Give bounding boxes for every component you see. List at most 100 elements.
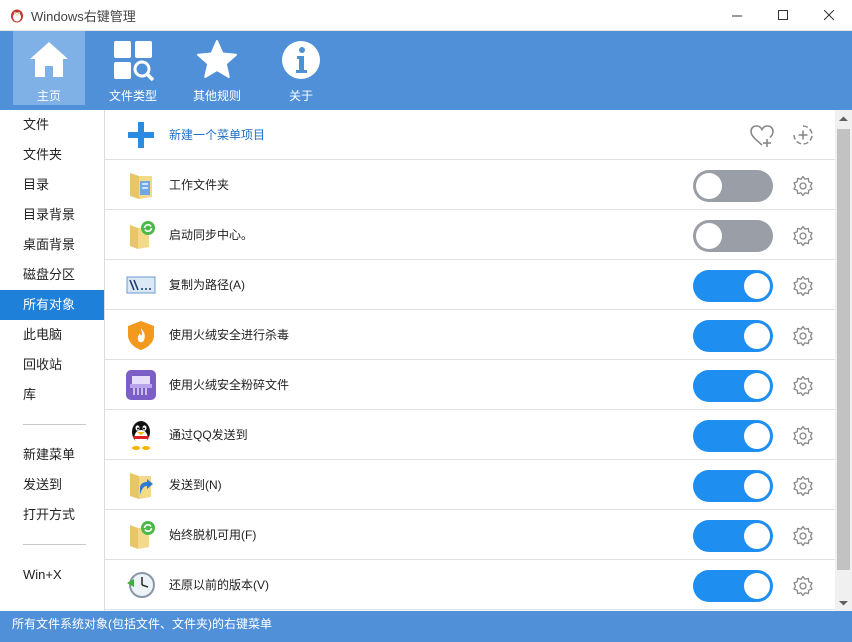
enable-toggle[interactable] [693, 570, 773, 602]
menu-item-label: 使用火绒安全粉碎文件 [169, 378, 290, 392]
work-folder-icon [130, 173, 152, 199]
menu-item-label: 复制为路径(A) [169, 278, 245, 292]
huorong-shield-icon [128, 321, 154, 350]
sidebar-item-recycle-bin[interactable]: 回收站 [0, 350, 104, 380]
gear-icon[interactable] [792, 375, 814, 397]
menu-item-row: 启动同步中心。 [105, 210, 835, 260]
tab-other-rules-label: 其他规则 [192, 89, 241, 103]
menu-item-row: 使用火绒安全进行杀毒 [105, 310, 835, 360]
toggle-knob [744, 573, 770, 599]
send-to-icon [130, 473, 153, 499]
file-shredder-icon [126, 370, 156, 400]
star-icon [197, 40, 237, 78]
new-item-row[interactable]: 新建一个菜单项目 [105, 110, 835, 160]
sidebar-item-file[interactable]: 文件 [0, 110, 104, 140]
toggle-knob [744, 323, 770, 349]
close-button[interactable] [806, 0, 852, 31]
enable-toggle[interactable] [693, 370, 773, 402]
tab-other-rules[interactable]: 其他规则 [181, 31, 253, 105]
gear-icon[interactable] [792, 275, 814, 297]
qq-penguin-icon [132, 421, 150, 450]
enable-toggle[interactable] [693, 320, 773, 352]
penguin-icon [11, 9, 23, 23]
menu-item-label: 还原以前的版本(V) [169, 578, 269, 592]
scrollbar-thumb[interactable] [837, 129, 850, 570]
enable-toggle[interactable] [693, 470, 773, 502]
new-item-label[interactable]: 新建一个菜单项目 [169, 126, 265, 143]
menu-item-label: 通过QQ发送到 [169, 428, 248, 442]
offline-sync-icon [130, 521, 155, 549]
sidebar-item-folder[interactable]: 文件夹 [0, 140, 104, 170]
menu-item-row: 还原以前的版本(V) [105, 560, 835, 610]
gear-icon[interactable] [792, 425, 814, 447]
sidebar-item-send-to[interactable]: 发送到 [0, 470, 104, 500]
gear-icon[interactable] [792, 175, 814, 197]
status-bar: 所有文件系统对象(包括文件、文件夹)的右键菜单 [0, 611, 852, 642]
sidebar-divider [23, 424, 86, 425]
add-circle-icon[interactable] [792, 124, 814, 146]
sidebar-divider [23, 544, 86, 545]
sidebar-item-library[interactable]: 库 [0, 380, 104, 410]
chevron-down-icon [839, 600, 848, 605]
tab-about-label: 关于 [288, 89, 313, 103]
info-icon [282, 41, 320, 79]
scroll-up-button[interactable] [835, 110, 852, 127]
menu-item-label: 始终脱机可用(F) [169, 528, 257, 542]
sidebar-item-new-menu[interactable]: 新建菜单 [0, 440, 104, 470]
gear-icon[interactable] [792, 325, 814, 347]
main-toolbar: 主页 文件类型 其他规则 关于 [0, 31, 852, 110]
toggle-knob [696, 173, 722, 199]
toggle-knob [744, 523, 770, 549]
menu-item-row: 复制为路径(A) [105, 260, 835, 310]
sidebar-item-open-with[interactable]: 打开方式 [0, 500, 104, 530]
toggle-knob [744, 373, 770, 399]
tab-file-types[interactable]: 文件类型 [97, 31, 169, 105]
home-icon [30, 42, 68, 77]
window-title: Windows右键管理 [31, 8, 136, 24]
toggle-knob [744, 423, 770, 449]
sidebar-item-all-objects[interactable]: 所有对象 [0, 290, 104, 320]
chevron-up-icon [839, 116, 848, 121]
tab-file-types-label: 文件类型 [108, 89, 157, 103]
maximize-button[interactable] [760, 0, 806, 31]
menu-item-label: 使用火绒安全进行杀毒 [169, 328, 290, 342]
menu-item-row: 工作文件夹 [105, 160, 835, 210]
toggle-knob [696, 223, 722, 249]
minimize-button[interactable] [714, 0, 760, 31]
gear-icon[interactable] [792, 575, 814, 597]
sidebar: 文件 文件夹 目录 目录背景 桌面背景 磁盘分区 所有对象 此电脑 回收站 库 … [0, 110, 105, 611]
toggle-knob [744, 273, 770, 299]
sidebar-item-directory-background[interactable]: 目录背景 [0, 200, 104, 230]
gear-icon[interactable] [792, 475, 814, 497]
sidebar-item-directory[interactable]: 目录 [0, 170, 104, 200]
copy-path-icon [126, 276, 156, 294]
restore-clock-icon [127, 572, 155, 598]
enable-toggle[interactable] [693, 220, 773, 252]
sidebar-item-winx[interactable]: Win+X [0, 560, 104, 590]
menu-item-label: 启动同步中心。 [169, 228, 254, 242]
enable-toggle[interactable] [693, 170, 773, 202]
heart-plus-icon[interactable] [749, 123, 775, 149]
minimize-icon [731, 15, 742, 17]
close-icon [823, 10, 834, 21]
tab-about[interactable]: 关于 [265, 31, 337, 105]
menu-item-label: 发送到(N) [169, 478, 222, 492]
gear-icon[interactable] [792, 225, 814, 247]
blue-plus-icon [128, 122, 154, 148]
enable-toggle[interactable] [693, 270, 773, 302]
sync-center-icon [130, 221, 155, 249]
enable-toggle[interactable] [693, 420, 773, 452]
scroll-down-button[interactable] [835, 594, 852, 611]
file-types-icon [114, 41, 154, 81]
toggle-knob [744, 473, 770, 499]
menu-item-row: 发送到(N) [105, 460, 835, 510]
sidebar-item-this-pc[interactable]: 此电脑 [0, 320, 104, 350]
menu-item-row: 始终脱机可用(F) [105, 510, 835, 560]
sidebar-item-disk-partition[interactable]: 磁盘分区 [0, 260, 104, 290]
gear-icon[interactable] [792, 525, 814, 547]
tab-home[interactable]: 主页 [13, 31, 85, 105]
sidebar-item-desktop-background[interactable]: 桌面背景 [0, 230, 104, 260]
vertical-scrollbar[interactable] [835, 110, 852, 611]
enable-toggle[interactable] [693, 520, 773, 552]
menu-item-label: 工作文件夹 [169, 178, 230, 192]
